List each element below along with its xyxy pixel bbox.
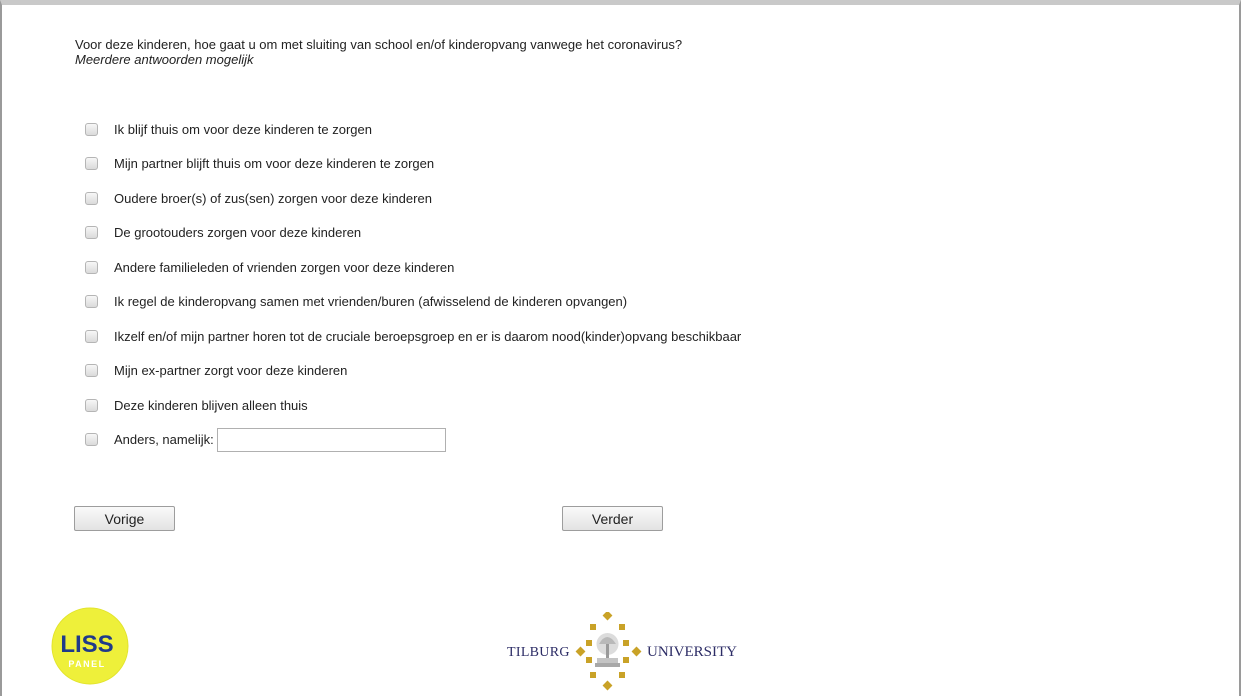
option-checkbox[interactable] [85, 226, 98, 240]
liss-logo-text: LISS [60, 631, 113, 658]
question-text: Voor deze kinderen, hoe gaat u om met sl… [75, 37, 683, 52]
option-checkbox[interactable] [85, 260, 98, 274]
option-row[interactable]: Andere familieleden of vrienden zorgen v… [85, 250, 741, 285]
option-row[interactable]: Deze kinderen blijven alleen thuis [85, 388, 741, 423]
option-row-other[interactable]: Anders, namelijk: [85, 423, 741, 458]
option-label[interactable]: Oudere broer(s) of zus(sen) zorgen voor … [114, 191, 432, 206]
option-label[interactable]: Andere familieleden of vrienden zorgen v… [114, 260, 454, 275]
liss-logo-subtext: PANEL [68, 659, 105, 669]
option-checkbox[interactable] [85, 398, 98, 412]
option-label[interactable]: Mijn partner blijft thuis om voor deze k… [114, 156, 434, 171]
option-checkbox[interactable] [85, 157, 98, 171]
next-button[interactable]: Verder [562, 506, 663, 531]
option-row[interactable]: Mijn partner blijft thuis om voor deze k… [85, 147, 741, 182]
tilburg-logo-left-text: TILBURG [507, 645, 570, 660]
other-text-input[interactable] [216, 427, 446, 452]
liss-panel-logo: LISS PANEL [51, 605, 133, 692]
prev-button[interactable]: Vorige [74, 506, 175, 531]
question-subtext: Meerdere antwoorden mogelijk [75, 52, 254, 67]
option-label[interactable]: Ik regel de kinderopvang samen met vrien… [114, 294, 627, 309]
option-row[interactable]: Ik blijf thuis om voor deze kinderen te … [85, 112, 741, 147]
tilburg-logo-right-text: UNIVERSITY [647, 644, 737, 660]
option-label[interactable]: Deze kinderen blijven alleen thuis [114, 398, 308, 413]
question-block: Voor deze kinderen, hoe gaat u om met sl… [75, 37, 682, 67]
option-checkbox[interactable] [85, 122, 98, 136]
tilburg-university-logo: TILBURG UNIVERSITY [507, 610, 757, 697]
option-row[interactable]: Oudere broer(s) of zus(sen) zorgen voor … [85, 181, 741, 216]
option-checkbox-other[interactable] [85, 433, 98, 447]
option-label[interactable]: Ik blijf thuis om voor deze kinderen te … [114, 122, 372, 137]
answer-options: Ik blijf thuis om voor deze kinderen te … [85, 112, 741, 457]
option-row[interactable]: Ikzelf en/of mijn partner horen tot de c… [85, 319, 741, 354]
option-checkbox[interactable] [85, 295, 98, 309]
option-checkbox[interactable] [85, 329, 98, 343]
option-label[interactable]: De grootouders zorgen voor deze kinderen [114, 225, 361, 240]
option-row[interactable]: Ik regel de kinderopvang samen met vrien… [85, 285, 741, 320]
option-label-other[interactable]: Anders, namelijk: [114, 432, 214, 447]
option-checkbox[interactable] [85, 364, 98, 378]
option-row[interactable]: Mijn ex-partner zorgt voor deze kinderen [85, 354, 741, 389]
option-label[interactable]: Ikzelf en/of mijn partner horen tot de c… [114, 329, 741, 344]
option-label[interactable]: Mijn ex-partner zorgt voor deze kinderen [114, 363, 347, 378]
option-row[interactable]: De grootouders zorgen voor deze kinderen [85, 216, 741, 251]
option-checkbox[interactable] [85, 191, 98, 205]
